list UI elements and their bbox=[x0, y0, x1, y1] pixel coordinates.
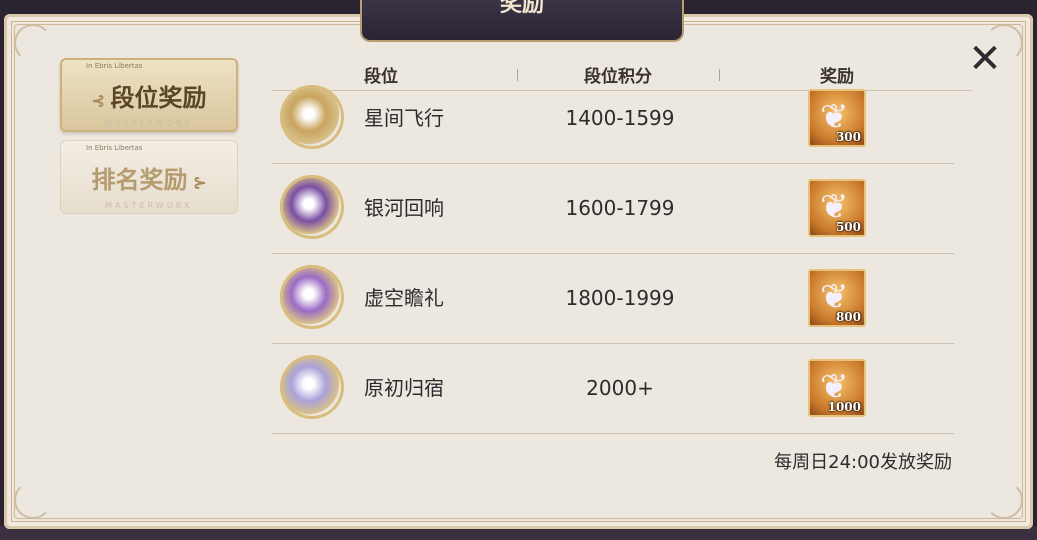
page-title: 奖励 bbox=[499, 0, 544, 17]
corner-ornament bbox=[985, 481, 1023, 519]
rank-name: 星间飞行 bbox=[364, 106, 444, 130]
rank-points: 1400-1599 bbox=[565, 106, 675, 130]
corner-ornament bbox=[14, 481, 52, 519]
reward-item[interactable]: ❦ 1000 bbox=[808, 359, 866, 417]
rank-badge-icon bbox=[280, 85, 344, 149]
tab-watermark: MASTERWORK bbox=[105, 119, 193, 128]
rank-name: 银河回响 bbox=[364, 196, 444, 220]
corner-ornament bbox=[14, 24, 52, 62]
reward-amount: 800 bbox=[835, 310, 861, 324]
table-row: 原初归宿 2000+ ❦ 1000 bbox=[272, 343, 954, 434]
rank-name: 虚空瞻礼 bbox=[364, 286, 444, 310]
tab-tagline: In Ebris Libertas bbox=[86, 62, 143, 70]
rank-points: 2000+ bbox=[586, 376, 654, 400]
title-banner: 奖励 bbox=[360, 0, 684, 42]
reward-item[interactable]: ❦ 500 bbox=[808, 179, 866, 237]
reward-amount: 500 bbox=[835, 220, 861, 234]
reward-amount: 1000 bbox=[827, 400, 861, 414]
tab-rank-rewards[interactable]: In Ebris Libertas ⊰ 段位奖励 MASTERWORK bbox=[60, 58, 238, 132]
rank-name: 原初归宿 bbox=[364, 376, 444, 400]
tab-label: 排名奖励 ⊱ bbox=[91, 165, 207, 194]
rank-badge-icon bbox=[280, 265, 344, 329]
tab-leaderboard-rewards[interactable]: In Ebris Libertas 排名奖励 ⊱ MASTERWORK bbox=[60, 140, 238, 214]
reward-item[interactable]: ❦ 300 bbox=[808, 89, 866, 147]
tab-watermark: MASTERWORK bbox=[105, 201, 193, 210]
reward-item[interactable]: ❦ 800 bbox=[808, 269, 866, 327]
flourish-icon: ⊱ bbox=[187, 173, 207, 192]
rank-points: 1600-1799 bbox=[565, 196, 675, 220]
close-x-icon: ✕ bbox=[968, 36, 1002, 82]
rank-badge-icon bbox=[280, 355, 344, 419]
flourish-icon: ⊰ bbox=[91, 91, 111, 110]
tab-label: ⊰ 段位奖励 bbox=[91, 83, 207, 112]
footer-note: 每周日24:00发放奖励 bbox=[774, 452, 952, 473]
reward-amount: 300 bbox=[835, 130, 861, 144]
rank-points: 1800-1999 bbox=[565, 286, 675, 310]
table-row: 星间飞行 1400-1599 ❦ 300 bbox=[272, 73, 954, 164]
table-row: 银河回响 1600-1799 ❦ 500 bbox=[272, 163, 954, 254]
table-row: 虚空瞻礼 1800-1999 ❦ 800 bbox=[272, 253, 954, 344]
tab-tagline: In Ebris Libertas bbox=[86, 144, 143, 152]
rank-badge-icon bbox=[280, 175, 344, 239]
